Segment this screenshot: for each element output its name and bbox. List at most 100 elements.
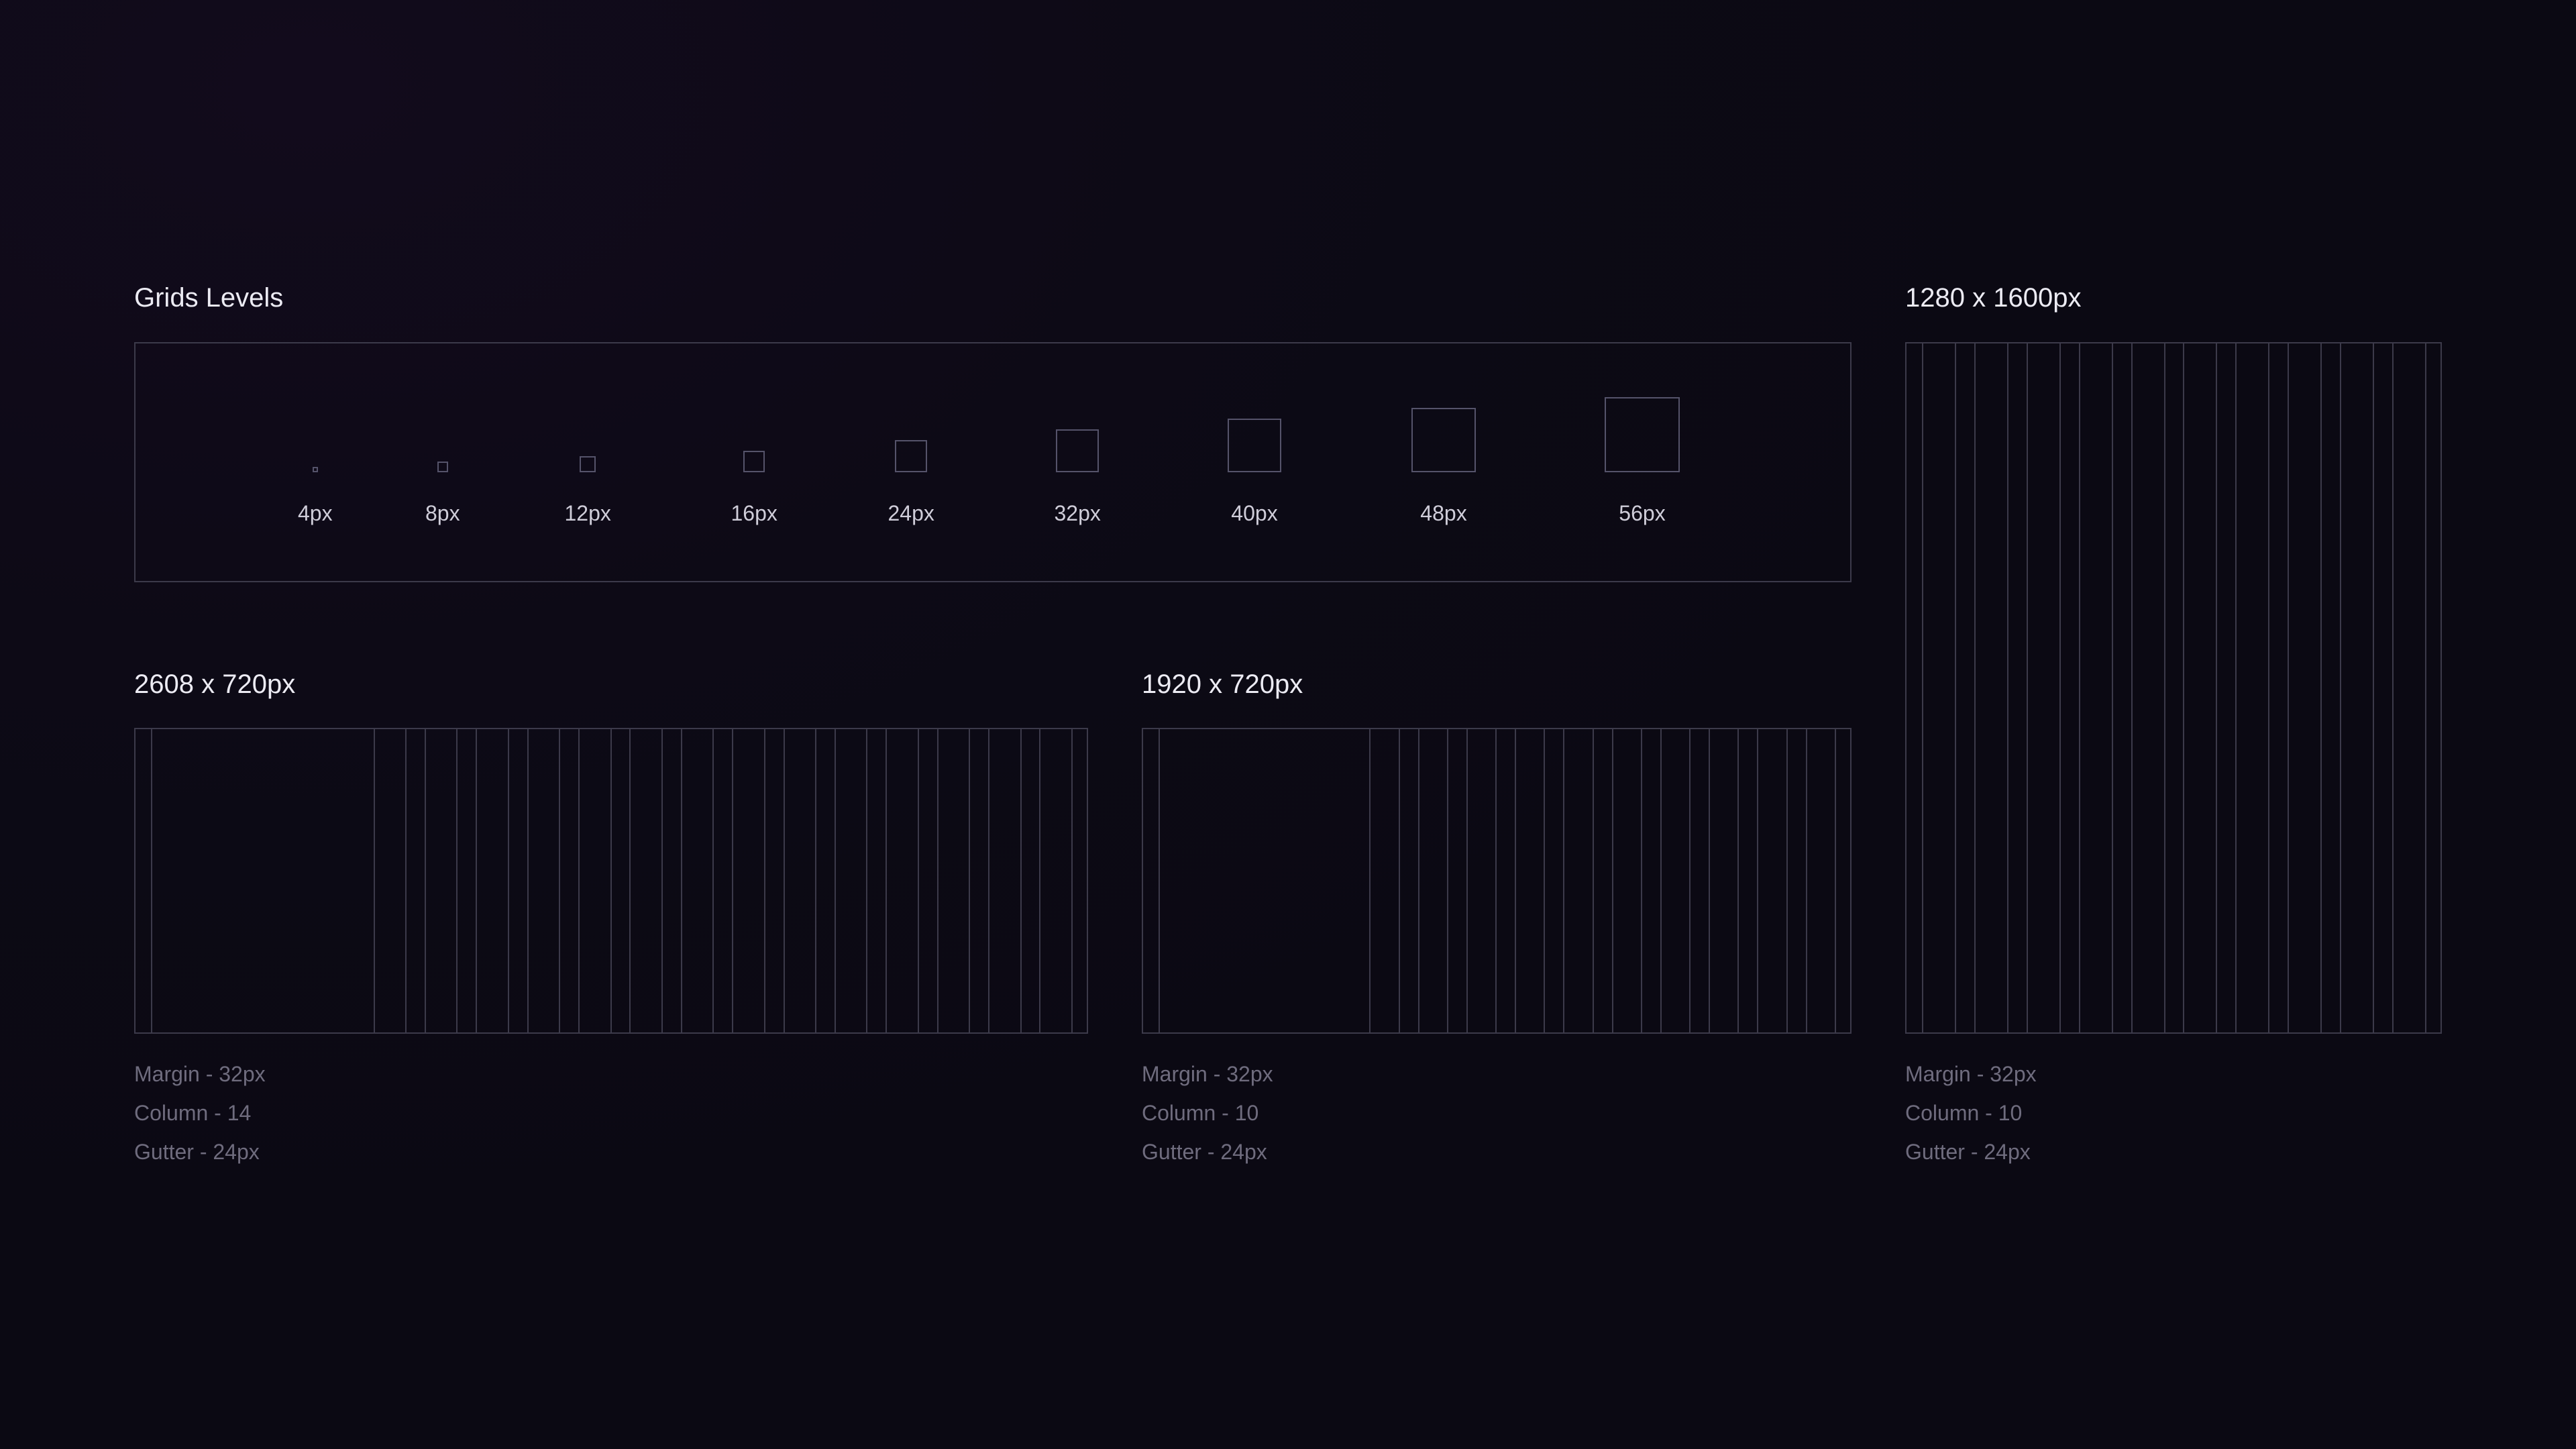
grid-1280-column-spec: Column - 10 [1905,1101,2023,1125]
grid-guide-line [1563,729,1564,1032]
grid-level-16px: 16px [731,343,777,581]
grid-guide-line [2079,343,2080,1032]
grid-guide-line [578,729,580,1032]
grid-guide-line [527,729,529,1032]
grid-guide-line [1835,729,1836,1032]
grid-guide-line [2340,343,2341,1032]
grid-1920-gutter-spec: Gutter - 24px [1142,1140,1267,1164]
grid-level-square [1056,429,1099,472]
grid-guide-line [476,729,477,1032]
grid-guide-line [1159,729,1160,1032]
grid-level-square [1605,397,1680,472]
grid-guide-line [937,729,938,1032]
grid-guide-line [1757,729,1758,1032]
grid-guide-line [2235,343,2237,1032]
grid-1920-specs: Margin - 32px Column - 10 Gutter - 24px [1142,1055,1273,1171]
grid-level-4px: 4px [298,343,333,581]
grid-guide-line [885,729,887,1032]
grid-guide-line [1515,729,1516,1032]
grid-1280-specs: Margin - 32px Column - 10 Gutter - 24px [1905,1055,2037,1171]
grid-guide-line [1544,729,1545,1032]
grid-guide-line [732,729,733,1032]
grid-guide-line [764,729,765,1032]
grid-guide-line [1399,729,1400,1032]
grid-guide-line [1737,729,1739,1032]
grid-guide-line [2164,343,2165,1032]
grid-guide-line [1689,729,1690,1032]
grid-guide-line [1612,729,1613,1032]
grid-guide-line [405,729,407,1032]
grid-2608-gutter-spec: Gutter - 24px [134,1140,260,1164]
grid-level-label: 24px [888,501,934,525]
grid-guide-line [1806,729,1807,1032]
grid-guide-line [2425,343,2426,1032]
grid-guide-line [2131,343,2133,1032]
grid-guide-line [2183,343,2184,1032]
grid-level-48px: 48px [1411,343,1476,581]
grid-2608-column-spec: Column - 14 [134,1101,252,1125]
grid-guide-line [712,729,714,1032]
grid-guide-line [1660,729,1662,1032]
grid-level-square [895,440,928,472]
grid-level-label: 16px [731,501,777,525]
grid-1920-frame [1142,728,1851,1034]
grid-guide-line [2392,343,2394,1032]
grid-1920-column-spec: Column - 10 [1142,1101,1259,1125]
grids-levels-title: Grids Levels [134,283,284,313]
grid-level-label: 4px [298,501,333,525]
grid-guide-line [2373,343,2374,1032]
grid-guide-line [1922,343,1923,1032]
grid-2608-specs: Margin - 32px Column - 14 Gutter - 24px [134,1055,266,1171]
grid-guide-line [918,729,919,1032]
grid-guide-line [2112,343,2113,1032]
grid-guide-line [835,729,836,1032]
grid-guide-line [988,729,989,1032]
grid-1280-margin-spec: Margin - 32px [1905,1062,2037,1086]
grid-guide-line [1786,729,1788,1032]
grid-level-square [1228,419,1281,472]
grid-guide-line [866,729,867,1032]
grid-guide-line [610,729,612,1032]
grid-guide-line [1369,729,1371,1032]
grid-guide-line [1495,729,1497,1032]
grid-guide-line [815,729,816,1032]
grid-guide-line [1641,729,1642,1032]
grid-level-40px: 40px [1228,343,1281,581]
grid-guide-line [2216,343,2217,1032]
grid-level-32px: 32px [1054,343,1101,581]
grid-guide-line [374,729,375,1032]
grid-level-square [743,451,765,472]
grid-guide-line [425,729,426,1032]
grid-guide-line [2027,343,2028,1032]
grid-2608-frame [134,728,1088,1034]
grid-level-label: 32px [1054,501,1101,525]
grid-guide-line [1974,343,1976,1032]
grid-level-24px: 24px [888,343,934,581]
grid-level-56px: 56px [1605,343,1680,581]
grid-guide-line [2320,343,2322,1032]
grid-guide-line [1039,729,1040,1032]
grid-1920-title: 1920 x 720px [1142,669,1303,699]
grid-guide-line [1709,729,1710,1032]
grid-level-square [1411,408,1476,472]
grid-level-8px: 8px [425,343,460,581]
grid-guide-line [1955,343,1956,1032]
grid-guide-line [456,729,458,1032]
grid-guide-line [559,729,560,1032]
grid-level-square [580,456,596,472]
grid-1920-margin-spec: Margin - 32px [1142,1062,1273,1086]
grid-level-label: 48px [1420,501,1467,525]
grid-guide-line [1418,729,1419,1032]
grid-level-label: 12px [564,501,611,525]
grid-guide-line [1593,729,1594,1032]
grid-guide-line [1466,729,1468,1032]
grid-2608-margin-spec: Margin - 32px [134,1062,266,1086]
grid-levels-panel: 4px 8px 12px 16px 24px 32px 40px 48px 56px [134,342,1851,582]
grid-level-square [312,467,318,472]
grid-guide-line [661,729,663,1032]
grid-guide-line [2288,343,2289,1032]
grid-level-square [437,462,448,472]
grid-level-label: 8px [425,501,460,525]
grid-level-label: 56px [1619,501,1666,525]
grid-guide-line [969,729,970,1032]
